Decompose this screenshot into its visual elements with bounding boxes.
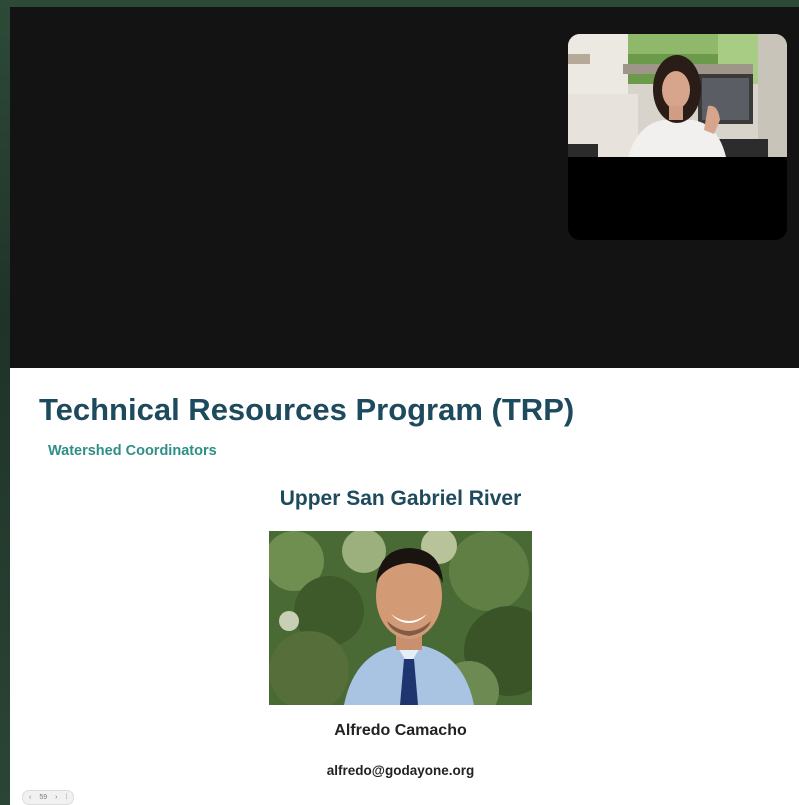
next-slide-icon[interactable]: › — [55, 791, 57, 804]
meeting-video-stage — [10, 7, 799, 368]
shared-slide: Technical Resources Program (TRP) Waters… — [10, 368, 799, 805]
slide-title: Technical Resources Program (TRP) — [39, 392, 575, 427]
slide-subtitle: Watershed Coordinators — [48, 443, 217, 459]
coordinator-portrait-image — [269, 531, 532, 705]
coordinator-name: Alfredo Camacho — [334, 722, 467, 739]
meeting-window: Technical Resources Program (TRP) Waters… — [0, 0, 799, 805]
fullscreen-icon[interactable]: ⁞ — [65, 791, 67, 804]
participant-video-feed — [568, 34, 787, 157]
previous-slide-icon[interactable]: ‹ — [29, 791, 31, 804]
region-heading: Upper San Gabriel River — [279, 487, 522, 510]
coordinator-photo — [269, 531, 532, 705]
slide-page-number: 59 — [39, 794, 48, 801]
participant-video-tile[interactable] — [568, 34, 787, 240]
participant-video-image — [568, 34, 787, 157]
slide-navigation-bar: ‹ 59 › ⁞ — [22, 790, 75, 805]
coordinator-email: alfredo@godayone.org — [326, 763, 475, 778]
